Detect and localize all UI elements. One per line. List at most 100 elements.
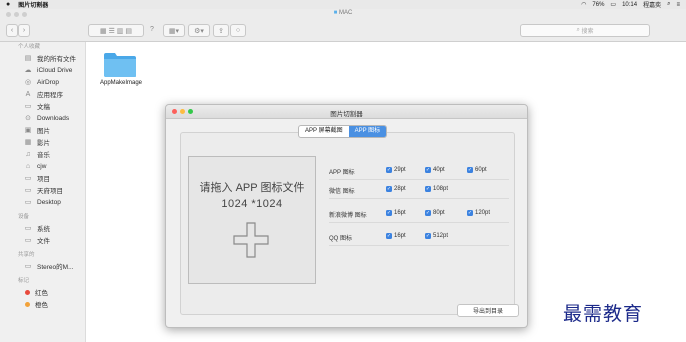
sidebar-tag-item[interactable]: 红色: [0, 286, 85, 298]
option-row-label: 微信 图标: [329, 189, 355, 195]
sidebar-item[interactable]: ⌂ cjw: [0, 160, 85, 172]
checkmark-icon: ✓: [425, 186, 431, 192]
drop-size-hint: 1024 *1024: [221, 198, 283, 210]
folder-label[interactable]: AppMakeImage: [94, 80, 148, 86]
size-option-label: 108pt: [433, 186, 449, 192]
size-option-label: 80pt: [433, 210, 445, 216]
search-input[interactable]: ⌕ 搜索: [520, 24, 650, 37]
size-option-label: 40pt: [433, 167, 445, 173]
size-checkbox[interactable]: ✓ 120pt: [467, 210, 490, 216]
forward-button[interactable]: ›: [18, 24, 30, 37]
watermark-logo: 最需教育: [563, 303, 644, 325]
image-cutter-dialog: 图片切割器 请拖入 APP 图标文件 1024 *1024 APP 图标 ✓ 29p…: [165, 104, 528, 328]
size-checkbox[interactable]: ✓ 108pt: [425, 186, 448, 192]
sidebar-item-label: Desktop: [37, 198, 61, 206]
size-checkbox[interactable]: ✓ 80pt: [425, 210, 445, 216]
share-button[interactable]: ⇪: [213, 24, 229, 37]
drop-instruction: 请拖入 APP 图标文件: [199, 182, 305, 194]
sidebar-item-label: Stereo的M...: [37, 264, 74, 271]
sidebar-item[interactable]: ▭ Stereo的M...: [0, 260, 85, 272]
sidebar-tag-item[interactable]: 橙色: [0, 298, 85, 310]
sidebar-item[interactable]: ☁ iCloud Drive: [0, 64, 85, 76]
size-checkbox[interactable]: ✓ 28pt: [386, 186, 406, 192]
apple-menu-icon[interactable]: ●: [6, 1, 10, 8]
view-mode-selector[interactable]: ▦ ☰ ▥ ▤: [88, 24, 144, 37]
sidebar-item[interactable]: ⊙ Downloads: [0, 112, 85, 124]
menu-list-icon[interactable]: ≡: [676, 2, 680, 8]
wifi-icon[interactable]: ◠: [581, 1, 586, 8]
sidebar-item-label: 文稿: [37, 104, 50, 111]
size-checkbox[interactable]: ✓ 16pt: [386, 233, 406, 239]
finder-toolbar: ‹ › ▦ ☰ ▥ ▤ ? ▦▾ ⚙▾ ⇪ ○ ⌕ 搜索: [0, 19, 686, 42]
sidebar-item[interactable]: ▭ 系统: [0, 222, 85, 234]
size-checkbox[interactable]: ✓ 29pt: [386, 167, 406, 173]
cloud-icon: ☁: [24, 67, 32, 74]
sidebar-item[interactable]: ▤ 我的所有文件: [0, 52, 85, 64]
computer-icon: ▭: [24, 263, 32, 270]
window-title: ■ MAC: [0, 10, 686, 16]
all-files-icon: ▤: [24, 55, 32, 62]
clock[interactable]: 10:14: [622, 2, 637, 8]
export-button[interactable]: 导出到目录: [457, 304, 519, 317]
size-checkbox[interactable]: ✓ 16pt: [386, 210, 406, 216]
sidebar-item[interactable]: A 应用程序: [0, 88, 85, 100]
sidebar-item[interactable]: ▭ Desktop: [0, 196, 85, 208]
sidebar-item[interactable]: ▭ 天府项目: [0, 184, 85, 196]
action-gear-button[interactable]: ⚙▾: [188, 24, 210, 37]
dialog-title: 图片切割器: [330, 111, 363, 118]
tags-list: 红色 橙色: [0, 286, 85, 310]
option-row-label: QQ 图标: [329, 236, 353, 242]
checkmark-icon: ✓: [386, 210, 392, 216]
checkmark-icon: ✓: [386, 167, 392, 173]
checkmark-icon: ✓: [386, 233, 392, 239]
size-checkbox[interactable]: ✓ 60pt: [467, 167, 487, 173]
sidebar-item-label: 系统: [37, 226, 50, 233]
folder-icon[interactable]: [103, 50, 137, 78]
battery-level[interactable]: 76%: [592, 2, 604, 8]
back-button[interactable]: ‹: [6, 24, 18, 37]
documents-icon: ▭: [24, 103, 32, 110]
sidebar-item-label: 我的所有文件: [37, 56, 76, 63]
sidebar-item-label: 文件: [37, 238, 50, 245]
user-name[interactable]: 程嘉奕: [643, 0, 661, 9]
help-icon[interactable]: ?: [147, 24, 157, 35]
downloads-icon: ⊙: [25, 115, 31, 122]
checkmark-icon: ✓: [467, 167, 473, 173]
option-row-label: 新浪微博 图标: [329, 213, 367, 219]
sidebar-item[interactable]: ◎ AirDrop: [0, 76, 85, 88]
sidebar-item[interactable]: ▦ 影片: [0, 136, 85, 148]
checkmark-icon: ✓: [425, 167, 431, 173]
home-icon: ⌂: [25, 162, 31, 170]
sidebar-item[interactable]: ▭ 文件: [0, 234, 85, 246]
arrange-button[interactable]: ▦▾: [163, 24, 185, 37]
status-area: ◠ 76% ▭ 10:14 程嘉奕 ⌕ ≡: [581, 0, 680, 9]
sidebar-tag-label: 红色: [35, 290, 48, 297]
sidebar-item[interactable]: ▣ 图片: [0, 124, 85, 136]
checkmark-icon: ✓: [425, 233, 431, 239]
icon-option-row: QQ 图标 ✓ 16pt ✓ 512pt: [329, 229, 509, 246]
pictures-icon: ▣: [24, 127, 32, 134]
app-menu-name[interactable]: 图片切割器: [18, 0, 48, 9]
icon-option-row: APP 图标 ✓ 29pt ✓ 40pt ✓ 60pt: [329, 163, 509, 180]
devices-list: ▭ 系统 ▭ 文件: [0, 222, 85, 246]
applications-icon: A: [25, 90, 31, 98]
size-checkbox[interactable]: ✓ 512pt: [425, 233, 448, 239]
size-checkbox[interactable]: ✓ 40pt: [425, 167, 445, 173]
checkmark-icon: ✓: [467, 210, 473, 216]
search-icon[interactable]: ⌕: [667, 1, 670, 8]
sidebar-item[interactable]: ♫ 音乐: [0, 148, 85, 160]
window-title-text: MAC: [338, 10, 353, 16]
drop-zone[interactable]: 请拖入 APP 图标文件 1024 *1024: [188, 156, 316, 284]
tab-app-icons[interactable]: APP 图标: [348, 126, 387, 137]
tags-header: 标记: [18, 278, 30, 284]
size-option-label: 512pt: [433, 233, 449, 239]
tab-app-screenshots[interactable]: APP 屏幕截图: [299, 126, 349, 137]
folder-icon: ▭: [24, 175, 32, 182]
size-option-label: 29pt: [394, 167, 406, 173]
size-option-label: 16pt: [394, 233, 406, 239]
tags-button[interactable]: ○: [230, 24, 246, 37]
folder-icon: ■: [333, 10, 338, 16]
tab-bar: APP 屏幕截图 APP 图标: [298, 125, 388, 138]
sidebar-item[interactable]: ▭ 项目: [0, 172, 85, 184]
sidebar-item[interactable]: ▭ 文稿: [0, 100, 85, 112]
